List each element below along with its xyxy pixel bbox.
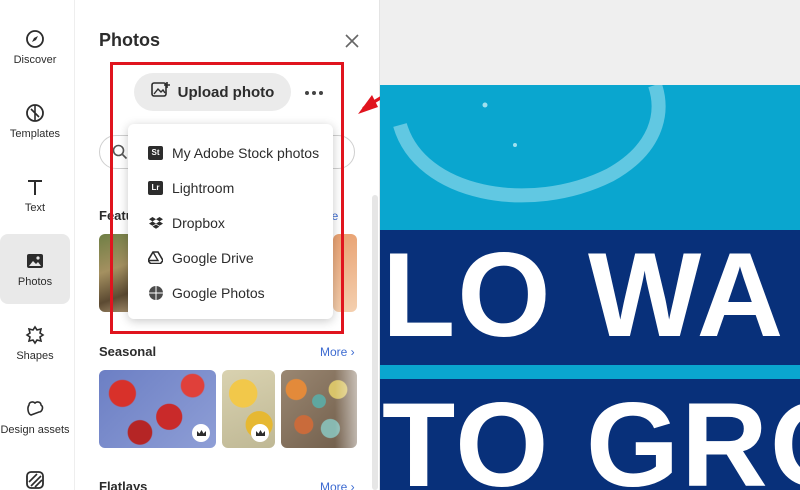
left-nav-rail: Discover Templates Text Photos Shapes De… [0, 0, 75, 490]
design-canvas[interactable]: LO WA TO GRO [380, 0, 800, 490]
canvas-headline-line1[interactable]: LO WA [382, 226, 785, 364]
text-icon [24, 176, 46, 198]
nav-label: Shapes [16, 350, 54, 362]
photo-icon [24, 250, 46, 272]
section-label-seasonal: Seasonal [99, 344, 157, 359]
nav-item-discover[interactable]: Discover [0, 12, 70, 82]
nav-item-backgrounds[interactable] [0, 456, 70, 490]
templates-icon [24, 102, 46, 124]
compass-icon [24, 28, 46, 50]
nav-label: Discover [13, 54, 57, 66]
background-pattern-icon [24, 470, 46, 490]
flatlays-more-link[interactable]: More › [320, 480, 355, 490]
premium-crown-icon [192, 424, 210, 442]
nav-item-shapes[interactable]: Shapes [0, 308, 70, 378]
nav-item-photos[interactable]: Photos [0, 234, 70, 304]
canvas-headline-line2[interactable]: TO GRO [382, 376, 800, 490]
nav-label: Photos [17, 276, 53, 288]
panel-title: Photos [99, 30, 160, 50]
nav-item-text[interactable]: Text [0, 160, 70, 230]
close-icon[interactable] [343, 32, 361, 50]
nav-label: Text [24, 202, 46, 214]
fade-overlay [335, 370, 375, 448]
premium-crown-icon [251, 424, 269, 442]
nav-label: Design assets [0, 424, 70, 436]
seasonal-photo-autumn-leaves[interactable] [99, 370, 216, 448]
nav-label: Templates [9, 128, 61, 140]
seasonal-more-link[interactable]: More › [320, 345, 355, 359]
shapes-icon [24, 324, 46, 346]
section-label-flatlays: Flatlays [99, 479, 148, 490]
seasonal-photo-yellow-leaves[interactable] [222, 370, 275, 448]
design-assets-icon [24, 398, 46, 420]
nav-item-design-assets[interactable]: Design assets [0, 382, 70, 452]
canvas-cyan-band [380, 82, 800, 230]
nav-item-templates[interactable]: Templates [0, 86, 70, 156]
coffee-ring-stain [393, 82, 666, 203]
annotation-highlight-box [110, 62, 344, 334]
app-root: Discover Templates Text Photos Shapes De… [0, 0, 800, 490]
panel-scrollbar[interactable] [372, 195, 378, 490]
